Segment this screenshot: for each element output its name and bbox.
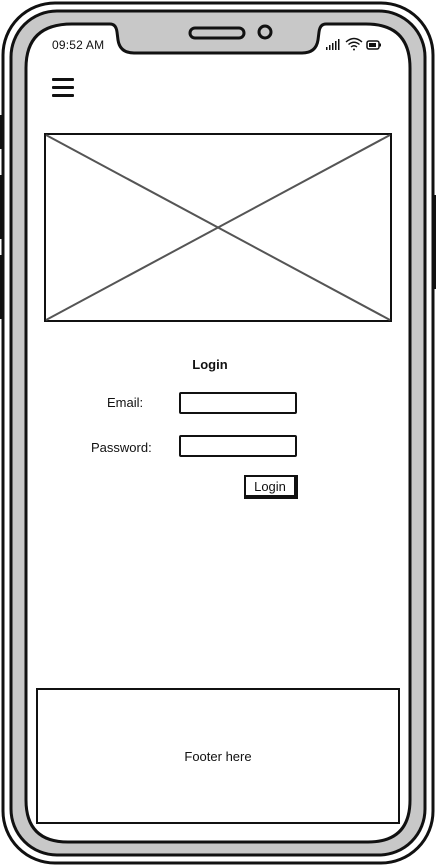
signal-bars-icon bbox=[326, 39, 340, 50]
phone-screen: 09:52 AM Login Email: Password: Login Fo… bbox=[0, 0, 436, 867]
status-icons bbox=[326, 37, 381, 51]
image-placeholder-icon bbox=[44, 133, 392, 322]
email-label: Email: bbox=[107, 395, 144, 410]
password-input[interactable] bbox=[179, 435, 297, 457]
status-time: 09:52 AM bbox=[52, 38, 105, 52]
menu-line bbox=[52, 94, 74, 97]
footer-text: Footer here bbox=[184, 748, 252, 764]
login-title: Login bbox=[192, 357, 228, 372]
wifi-icon bbox=[345, 37, 363, 51]
menu-line bbox=[52, 78, 74, 81]
email-input[interactable] bbox=[179, 392, 297, 414]
login-button[interactable]: Login bbox=[244, 475, 298, 499]
menu-line bbox=[52, 86, 74, 89]
battery-icon bbox=[366, 40, 381, 50]
password-label: Password: bbox=[91, 440, 152, 455]
hamburger-menu-icon[interactable] bbox=[52, 78, 74, 100]
footer: Footer here bbox=[36, 688, 400, 824]
